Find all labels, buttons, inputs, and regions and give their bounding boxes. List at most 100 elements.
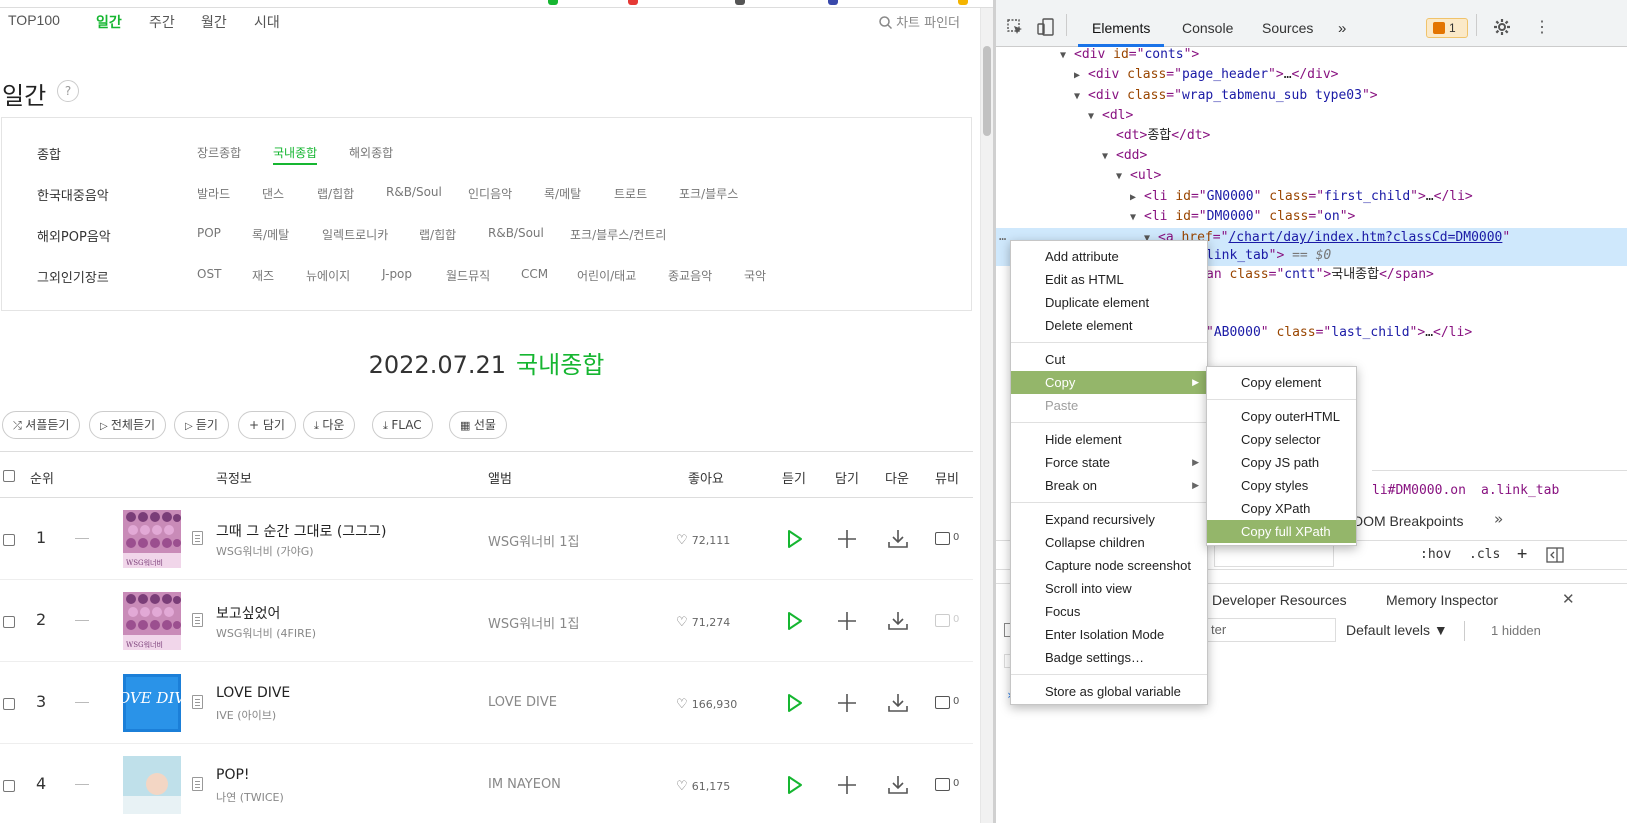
like-count[interactable]: ♡ 166,930 xyxy=(676,697,737,712)
dom-node-line[interactable]: <dt>종합</dt> xyxy=(1102,126,1210,146)
like-count[interactable]: ♡ 72,111 xyxy=(676,533,730,548)
filter-option[interactable]: R&B/Soul xyxy=(488,226,544,240)
song-info-icon[interactable] xyxy=(192,695,203,709)
toggle-sidebar-icon[interactable] xyxy=(1546,547,1564,563)
album-name[interactable]: LOVE DIVE xyxy=(488,695,557,710)
artist-name[interactable]: WSG워너비 (가야G) xyxy=(216,543,314,559)
expand-down-icon[interactable]: ▼ xyxy=(1130,208,1144,228)
menu-item-add-attribute[interactable]: Add attribute xyxy=(1011,245,1207,268)
bookmark-icon[interactable] xyxy=(958,0,968,5)
song-info-icon[interactable] xyxy=(192,777,203,791)
nav-monthly[interactable]: 월간 xyxy=(201,12,227,32)
nav-daily[interactable]: 일간 xyxy=(96,12,122,32)
breadcrumb-item[interactable]: li#DM0000.on xyxy=(1372,483,1466,498)
mv-icon[interactable] xyxy=(935,532,950,545)
play-all-button[interactable]: ▷ 전체듣기 xyxy=(89,411,167,439)
filter-option[interactable]: R&B/Soul xyxy=(386,185,442,199)
expand-right-icon[interactable]: ▶ xyxy=(1074,66,1088,86)
row-checkbox[interactable] xyxy=(3,616,15,628)
menu-item-store-as-global-variable[interactable]: Store as global variable xyxy=(1011,680,1207,703)
cls-toggle[interactable]: .cls xyxy=(1469,547,1500,562)
expand-down-icon[interactable]: ▼ xyxy=(1060,46,1074,66)
filter-option[interactable]: 뉴에이지 xyxy=(306,267,350,284)
dom-node-line[interactable]: ▼ <dd> xyxy=(1102,146,1147,166)
play-icon[interactable] xyxy=(782,691,806,715)
nav-top100[interactable]: TOP100 xyxy=(8,12,60,28)
styles-filter-input[interactable] xyxy=(1214,545,1334,567)
expand-down-icon[interactable]: ▼ xyxy=(1088,107,1102,127)
menu-item-force-state[interactable]: Force state ▶ xyxy=(1011,451,1207,474)
play-icon[interactable] xyxy=(782,773,806,797)
menu-item-copy-element[interactable]: Copy element xyxy=(1207,371,1356,394)
song-title[interactable]: 보고싶었어 xyxy=(216,603,280,623)
add-button[interactable]: + 담기 xyxy=(238,411,296,439)
download-icon[interactable] xyxy=(886,773,910,797)
filter-option[interactable]: 인디음악 xyxy=(468,185,512,202)
menu-item-hide-element[interactable]: Hide element xyxy=(1011,428,1207,451)
filter-option-selected[interactable]: 국내종합 xyxy=(273,144,318,165)
play-icon[interactable] xyxy=(782,527,806,551)
dom-node-line[interactable]: ▼ <dl> xyxy=(1088,106,1133,126)
plus-icon[interactable] xyxy=(835,691,859,715)
like-count[interactable]: ♡ 71,274 xyxy=(676,615,730,630)
chart-finder-link[interactable]: 차트 파인더 xyxy=(879,12,960,31)
filter-option[interactable]: 트로트 xyxy=(614,185,647,202)
nav-weekly[interactable]: 주간 xyxy=(149,12,175,32)
device-toolbar-icon[interactable] xyxy=(1037,18,1055,36)
log-levels-dropdown[interactable]: Default levels ▼ xyxy=(1346,622,1448,638)
inspect-element-icon[interactable] xyxy=(1006,18,1024,36)
dom-node-line[interactable]: ▼ <div class="wrap_tabmenu_sub type03"> xyxy=(1074,86,1378,106)
download-icon[interactable] xyxy=(886,527,910,551)
plus-icon[interactable] xyxy=(835,527,859,551)
bookmark-icon[interactable] xyxy=(735,0,745,5)
gift-button[interactable]: ▦ 선물 xyxy=(449,411,507,439)
expand-down-icon[interactable]: ▼ xyxy=(1102,147,1116,167)
album-name[interactable]: IM NAYEON xyxy=(488,777,561,792)
new-style-rule-button[interactable]: + xyxy=(1517,544,1527,564)
tab-dom-breakpoints[interactable]: DOM Breakpoints xyxy=(1353,513,1463,529)
scrollbar-thumb[interactable] xyxy=(983,46,991,136)
tab-sources[interactable]: Sources xyxy=(1262,20,1313,36)
plus-icon[interactable] xyxy=(835,773,859,797)
menu-item-copy-js-path[interactable]: Copy JS path xyxy=(1207,451,1356,474)
filter-option[interactable]: POP xyxy=(197,226,221,240)
menu-item-copy-outerhtml[interactable]: Copy outerHTML xyxy=(1207,405,1356,428)
tab-memory-inspector[interactable]: Memory Inspector xyxy=(1386,592,1498,608)
menu-item-copy-styles[interactable]: Copy styles xyxy=(1207,474,1356,497)
dom-node-line[interactable]: ▶ <div class="page_header">…</div> xyxy=(1074,65,1338,85)
menu-item-delete-element[interactable]: Delete element xyxy=(1011,314,1207,337)
menu-item-break-on[interactable]: Break on ▶ xyxy=(1011,474,1207,497)
filter-option[interactable]: J-pop xyxy=(382,267,412,281)
album-cover[interactable]: WSG워너비 xyxy=(123,510,181,568)
song-title[interactable]: LOVE DIVE xyxy=(216,685,290,701)
dom-node-line[interactable]: ▶ <li id="GN0000" class="first_child">…</… xyxy=(1130,187,1473,207)
dom-node-line[interactable]: ▼ <li id="DM0000" class="on"> xyxy=(1130,207,1355,227)
song-title[interactable]: 그때 그 순간 그대로 (그그그) xyxy=(216,521,386,541)
play-icon[interactable] xyxy=(782,609,806,633)
menu-item-enter-isolation-mode[interactable]: Enter Isolation Mode xyxy=(1011,623,1207,646)
dom-node-line[interactable]: ▼ <ul> xyxy=(1116,166,1161,186)
filter-option[interactable]: CCM xyxy=(521,267,548,281)
album-cover[interactable]: WSG워너비 xyxy=(123,592,181,650)
song-info-icon[interactable] xyxy=(192,613,203,627)
filter-option[interactable]: 포크/블루스 xyxy=(679,185,738,202)
select-all-checkbox[interactable] xyxy=(3,470,15,482)
filter-option[interactable]: 어린이/태교 xyxy=(577,267,636,284)
mv-icon[interactable] xyxy=(935,696,950,709)
filter-option[interactable]: 장르종합 xyxy=(197,144,241,161)
tab-elements[interactable]: Elements xyxy=(1092,20,1150,36)
filter-option[interactable]: 재즈 xyxy=(252,267,274,284)
filter-option[interactable]: 포크/블루스/컨트리 xyxy=(570,226,666,243)
issues-badge[interactable]: 1 xyxy=(1426,18,1468,38)
filter-option[interactable]: 랩/힙합 xyxy=(419,226,456,243)
filter-option[interactable]: 댄스 xyxy=(262,185,284,202)
menu-item-collapse-children[interactable]: Collapse children xyxy=(1011,531,1207,554)
filter-option[interactable]: 국악 xyxy=(744,267,766,284)
more-tabs-icon[interactable]: » xyxy=(1494,510,1503,528)
breadcrumb[interactable]: a.link_tab xyxy=(1481,483,1559,498)
bookmark-icon[interactable] xyxy=(828,0,838,5)
menu-item-copy-full-xpath[interactable]: Copy full XPath xyxy=(1207,520,1356,543)
menu-item-scroll-into-view[interactable]: Scroll into view xyxy=(1011,577,1207,600)
artist-name[interactable]: 나연 (TWICE) xyxy=(216,789,284,805)
page-scrollbar[interactable] xyxy=(980,8,993,823)
